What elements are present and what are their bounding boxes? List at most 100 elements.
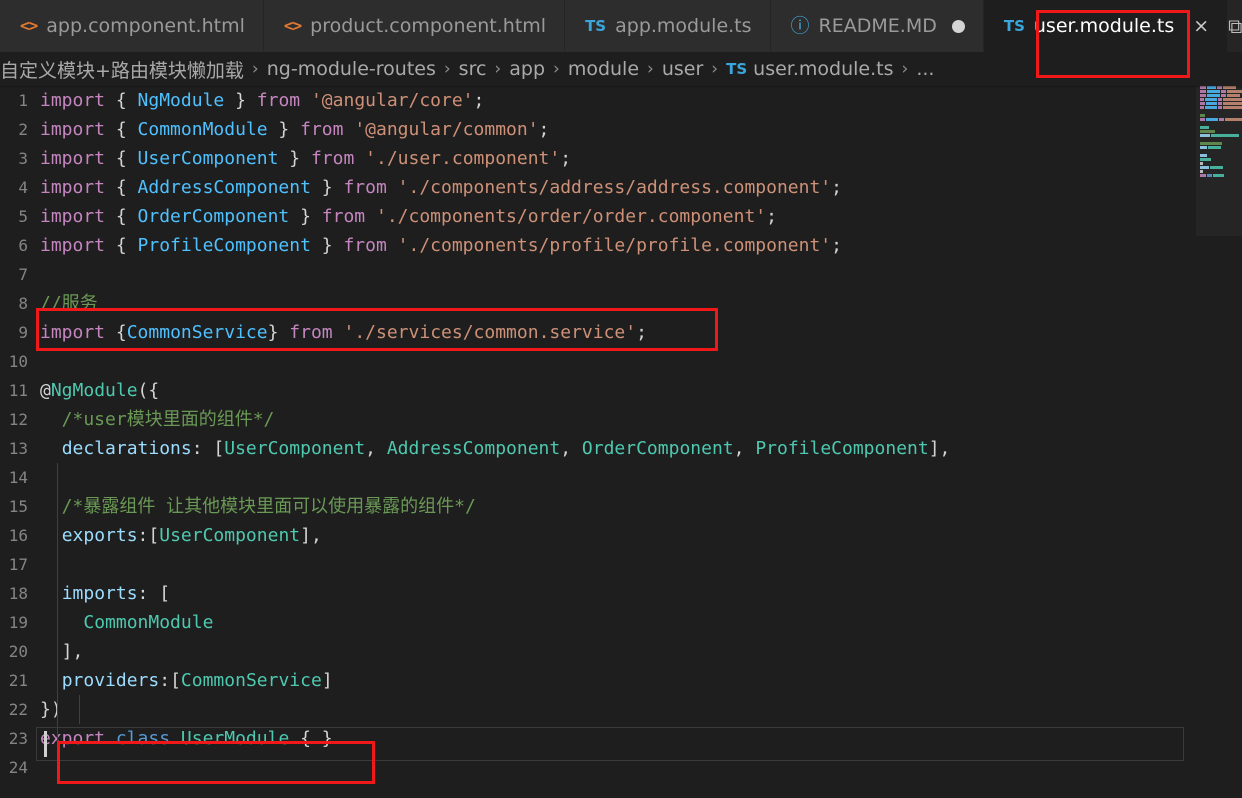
indent-guide (57, 463, 58, 492)
current-line-highlight (36, 727, 1184, 761)
line-number: 24 (8, 758, 28, 777)
code-line-text: import { CommonModule } from '@angular/c… (40, 119, 550, 140)
minimap-line (1200, 118, 1242, 121)
code-line[interactable]: 21 providers:[CommonService] (0, 666, 1242, 695)
code-minimap[interactable] (1196, 86, 1242, 798)
code-line[interactable]: 20 ], (0, 637, 1242, 666)
code-line-text: }) (40, 699, 62, 720)
breadcrumb: 自定义模块+路由模块懒加载 › ng-module-routes › src › app › m… (0, 52, 1242, 86)
tab-label: product.component.html (310, 14, 547, 37)
line-number: 5 (18, 207, 28, 226)
code-line-text: /*暴露组件 让其他模块里面可以使用暴露的组件*/ (40, 496, 476, 517)
code-line[interactable]: 1 import { NgModule } from '@angular/core… (0, 86, 1242, 115)
code-line[interactable]: 7 (0, 260, 1242, 289)
chevron-right-icon: › (711, 59, 719, 79)
html-file-icon: <> (283, 16, 302, 35)
code-line[interactable]: 13 declarations: [UserComponent, Address… (0, 434, 1242, 463)
breadcrumb-item[interactable]: user.module.ts (753, 58, 893, 80)
code-line-text: CommonModule (83, 612, 214, 633)
indent-guide (57, 695, 58, 724)
line-number: 8 (18, 294, 28, 313)
line-number: 21 (8, 671, 28, 690)
editor-tab-product-component-html[interactable]: <> product.component.html (263, 0, 566, 52)
breadcrumb-item[interactable]: ... (916, 58, 934, 80)
tab-label: app.component.html (46, 14, 245, 37)
code-line-text: import { UserComponent } from './user.co… (40, 148, 572, 169)
code-line[interactable]: 22}) (0, 695, 1242, 724)
chevron-right-icon: › (553, 59, 560, 79)
line-number: 11 (8, 381, 28, 400)
breadcrumb-item[interactable]: src (459, 58, 487, 80)
code-line[interactable]: 19 CommonModule (0, 608, 1242, 637)
indent-guide (57, 666, 58, 695)
close-icon[interactable]: × (1193, 16, 1209, 36)
code-line-text: import { ProfileComponent } from './comp… (40, 235, 842, 256)
unsaved-indicator-dot (951, 19, 965, 33)
tab-label: README.MD (818, 14, 937, 37)
editor-top-shadow (0, 86, 1242, 88)
code-line-text: //服务 (40, 293, 98, 314)
code-line[interactable]: 10 (0, 347, 1242, 376)
code-line[interactable]: 11 @NgModule({ (0, 376, 1242, 405)
minimap-line (1200, 106, 1242, 109)
code-line[interactable]: 14 (0, 463, 1242, 492)
typescript-file-icon: TS (585, 16, 607, 35)
line-number: 3 (18, 149, 28, 168)
line-number: 17 (8, 555, 28, 574)
chevron-right-icon: › (647, 59, 654, 79)
line-number: 1 (18, 91, 28, 110)
code-editor[interactable]: 1 import { NgModule } from '@angular/core… (0, 86, 1242, 798)
minimap-line (1200, 134, 1242, 137)
code-line-text: import {CommonService} from './services/… (40, 322, 647, 343)
indent-guide (57, 608, 58, 637)
line-number: 4 (18, 178, 28, 197)
indent-guide (57, 492, 58, 521)
code-line-text: ], (40, 641, 84, 662)
typescript-file-icon: TS (1003, 16, 1025, 35)
breadcrumb-item[interactable]: app (509, 58, 545, 80)
line-number: 19 (8, 613, 28, 632)
code-line[interactable]: 16 exports:[UserComponent], (0, 521, 1242, 550)
code-line-text: @NgModule({ (40, 380, 160, 401)
code-line[interactable]: 3 import { UserComponent } from './user.c… (0, 144, 1242, 173)
line-number: 6 (18, 236, 28, 255)
code-line[interactable]: 18 imports: [ (0, 579, 1242, 608)
editor-tab-user-module-ts[interactable]: TS user.module.ts × (983, 0, 1229, 52)
chevron-right-icon: › (901, 59, 909, 79)
code-content[interactable]: 1 import { NgModule } from '@angular/core… (0, 86, 1242, 798)
line-number: 9 (18, 323, 28, 342)
line-number: 10 (8, 352, 28, 371)
indent-guide (57, 550, 58, 579)
line-number: 18 (8, 584, 28, 603)
code-line[interactable]: 8 //服务 (0, 289, 1242, 318)
code-line-text: imports: [ (61, 583, 171, 604)
editor-tab-readme-md[interactable]: ⓘ README.MD (770, 0, 984, 52)
line-number: 15 (8, 497, 28, 516)
editor-tab-app-module-ts[interactable]: TS app.module.ts (565, 0, 771, 52)
tab-bar-actions: ⧉ (1228, 0, 1242, 52)
chevron-right-icon: › (251, 59, 259, 79)
code-line[interactable]: 4 import { AddressComponent } from './com… (0, 173, 1242, 202)
code-line[interactable]: 5 import { OrderComponent } from './compo… (0, 202, 1242, 231)
html-file-icon: <> (20, 16, 38, 35)
minimap-line (1200, 94, 1242, 97)
breadcrumb-item[interactable]: 自定义模块+路由模块懒加载 (0, 56, 244, 83)
line-number: 2 (18, 120, 28, 139)
code-line[interactable]: 15 /*暴露组件 让其他模块里面可以使用暴露的组件*/ (0, 492, 1242, 521)
code-line[interactable]: 6 import { ProfileComponent } from './com… (0, 231, 1242, 260)
editor-tab-app-component-html[interactable]: <> app.component.html (0, 0, 264, 52)
indent-guide (79, 695, 80, 724)
markdown-info-icon: ⓘ (790, 14, 810, 37)
minimap-line (1200, 98, 1242, 101)
breadcrumb-item[interactable]: module (568, 58, 639, 80)
code-line[interactable]: 12 /*user模块里面的组件*/ (0, 405, 1242, 434)
chevron-right-icon: › (443, 59, 451, 79)
code-line[interactable]: 2 import { CommonModule } from '@angular/… (0, 115, 1242, 144)
split-editor-icon[interactable]: ⧉ (1228, 14, 1242, 38)
line-number: 14 (8, 468, 28, 487)
code-line[interactable]: 9 import {CommonService} from './services… (0, 318, 1242, 347)
breadcrumb-item[interactable]: ng-module-routes (267, 58, 436, 80)
code-line[interactable]: 17 (0, 550, 1242, 579)
indent-guide (57, 579, 58, 608)
breadcrumb-item[interactable]: user (662, 58, 703, 80)
